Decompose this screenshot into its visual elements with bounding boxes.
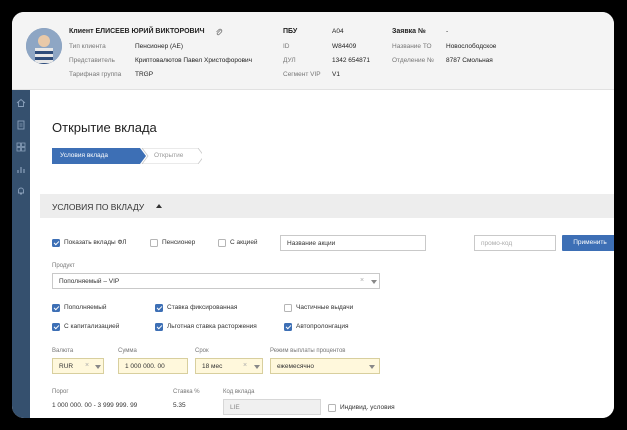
deposit-code-value: LIE xyxy=(230,404,240,411)
action-name-placeholder: Название акции xyxy=(287,240,336,247)
chevron-down-icon[interactable] xyxy=(254,365,260,369)
client-type-value: Пенсионер (АЕ) xyxy=(135,43,183,50)
pbu-value: А04 xyxy=(332,28,344,35)
bar-chart-icon[interactable] xyxy=(16,164,26,174)
main-content: Открытие вклада Условия вклада Открытие … xyxy=(30,90,614,418)
option-autoprolongation-label: Автопролонгация xyxy=(296,323,349,330)
promo-label: С акцией xyxy=(230,239,258,246)
to-name-label: Название ТО xyxy=(392,43,432,50)
bell-icon[interactable] xyxy=(16,186,26,196)
representative-value[interactable]: Криптовалютов Павел Христофорович xyxy=(135,57,252,64)
id-value: W84409 xyxy=(332,43,357,50)
to-name-value: Новослободское xyxy=(446,43,497,50)
branch-label: Отделение № xyxy=(392,57,435,64)
individual-conditions-checkbox[interactable] xyxy=(328,404,336,412)
promo-code-input[interactable]: промо-код xyxy=(474,235,556,251)
individual-conditions-label: Индивид. условия xyxy=(340,404,395,411)
request-label: Заявка № xyxy=(392,28,426,35)
threshold-value: 1 000 000. 00 - 3 999 999. 99 xyxy=(52,402,138,409)
threshold-label: Порог xyxy=(52,389,69,395)
currency-label: Валюта xyxy=(52,348,74,354)
segment-vip-label: Сегмент VIP xyxy=(283,71,321,78)
option-autoprolongation-checkbox[interactable] xyxy=(284,323,292,331)
amount-input[interactable]: 1 000 000. 00 xyxy=(118,358,188,374)
clear-icon[interactable]: × xyxy=(85,362,89,369)
tariff-group-label: Тарифная группа xyxy=(69,71,122,78)
step-opening[interactable]: Открытие xyxy=(154,148,183,164)
term-value: 18 мес xyxy=(202,363,223,370)
action-name-input[interactable]: Название акции xyxy=(280,235,426,251)
page-title: Открытие вклада xyxy=(52,120,157,135)
client-header: Клиент ЕЛИСЕЕВ ЮРИЙ ВИКТОРОВИЧ Тип клиен… xyxy=(12,12,614,90)
representative-label: Представитель xyxy=(69,57,115,64)
id-label: ID xyxy=(283,43,290,50)
show-fl-label: Показать вклады ФЛ xyxy=(64,239,127,246)
sidebar xyxy=(12,90,30,418)
step-conditions[interactable]: Условия вклада xyxy=(60,148,108,164)
option-capitalization-checkbox[interactable] xyxy=(52,323,60,331)
option-partial-withdrawal-checkbox[interactable] xyxy=(284,304,292,312)
payout-mode-label: Режим выплаты процентов xyxy=(270,348,346,354)
payout-mode-select[interactable]: ежемесячно xyxy=(270,358,380,374)
apply-button[interactable]: Применить xyxy=(562,235,614,251)
client-type-label: Тип клиента xyxy=(69,43,106,50)
pbu-label: ПБУ xyxy=(283,28,298,35)
promo-checkbox[interactable] xyxy=(218,239,226,247)
payout-mode-value: ежемесячно xyxy=(277,363,314,370)
term-select[interactable]: 18 мес × xyxy=(195,358,263,374)
section-header[interactable]: УСЛОВИЯ ПО ВКЛАДУ xyxy=(40,194,614,218)
rate-label: Ставка % xyxy=(173,389,200,395)
product-value: Пополняемый – VIP xyxy=(59,278,120,285)
term-label: Срок xyxy=(195,348,209,354)
promo-code-placeholder: промо-код xyxy=(481,240,513,247)
chevron-down-icon[interactable] xyxy=(95,365,101,369)
deposit-code-input[interactable]: LIE xyxy=(223,399,321,415)
request-value: - xyxy=(446,28,449,35)
clear-icon[interactable]: × xyxy=(243,362,247,369)
grid-icon[interactable] xyxy=(16,142,26,152)
clear-icon[interactable]: × xyxy=(360,277,364,284)
dul-label: ДУЛ xyxy=(283,57,296,64)
document-icon[interactable] xyxy=(16,120,26,130)
paperclip-icon[interactable] xyxy=(215,28,223,36)
dul-value: 1342 654871 xyxy=(332,57,370,64)
avatar xyxy=(26,28,62,64)
app-window: Клиент ЕЛИСЕЕВ ЮРИЙ ВИКТОРОВИЧ Тип клиен… xyxy=(12,12,614,418)
chevron-down-icon[interactable] xyxy=(371,280,377,284)
chevron-down-icon[interactable] xyxy=(369,365,375,369)
rate-value: 5.35 xyxy=(173,402,186,409)
tariff-group-value: TRGP xyxy=(135,71,154,78)
option-replenishable-checkbox[interactable] xyxy=(52,304,60,312)
section-title: УСЛОВИЯ ПО ВКЛАДУ xyxy=(52,202,145,212)
pensioner-checkbox[interactable] xyxy=(150,239,158,247)
option-partial-withdrawal-label: Частичные выдачи xyxy=(296,304,354,311)
option-preferential-rate-checkbox[interactable] xyxy=(155,323,163,331)
product-label: Продукт xyxy=(52,263,75,269)
product-select[interactable]: Пополняемый – VIP × xyxy=(52,273,380,289)
branch-value: 8787 Смольная xyxy=(446,57,493,64)
option-capitalization-label: С капитализацией xyxy=(64,323,120,330)
home-icon[interactable] xyxy=(16,98,26,108)
pensioner-label: Пенсионер xyxy=(162,239,196,246)
currency-select[interactable]: RUR × xyxy=(52,358,104,374)
amount-value: 1 000 000. 00 xyxy=(125,363,165,370)
show-fl-checkbox[interactable] xyxy=(52,239,60,247)
amount-label: Сумма xyxy=(118,348,137,354)
option-replenishable-label: Пополняемый xyxy=(64,304,107,311)
currency-value: RUR xyxy=(59,363,74,370)
caret-up-icon[interactable] xyxy=(156,204,162,208)
option-fixed-rate-checkbox[interactable] xyxy=(155,304,163,312)
client-name: Клиент ЕЛИСЕЕВ ЮРИЙ ВИКТОРОВИЧ xyxy=(69,28,205,35)
option-preferential-rate-label: Льготная ставка расторжения xyxy=(167,323,257,330)
deposit-code-label: Код вклада xyxy=(223,389,255,395)
segment-vip-value: V1 xyxy=(332,71,340,78)
option-fixed-rate-label: Ставка фиксированная xyxy=(167,304,238,311)
